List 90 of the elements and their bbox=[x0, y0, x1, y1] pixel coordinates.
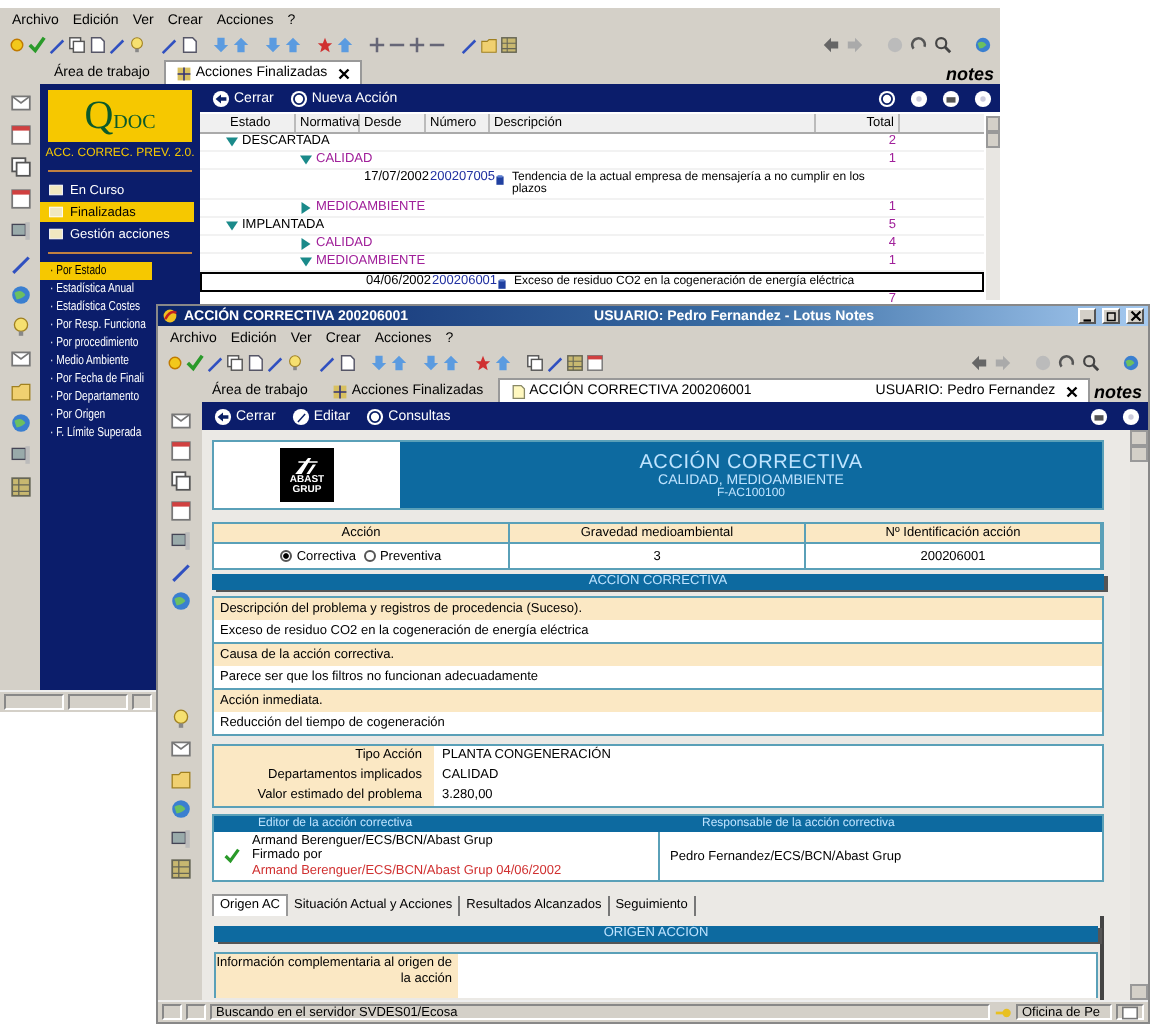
search-icon[interactable] bbox=[1082, 353, 1100, 371]
minimize-button[interactable] bbox=[1078, 308, 1096, 324]
search-icon[interactable] bbox=[934, 35, 952, 53]
expanded-icon[interactable] bbox=[300, 154, 312, 166]
mail-icon[interactable] bbox=[169, 738, 191, 760]
grid-icon[interactable] bbox=[566, 353, 584, 371]
expanded-icon[interactable] bbox=[300, 255, 312, 267]
collapsed-icon[interactable] bbox=[300, 237, 312, 249]
grid-icon[interactable] bbox=[169, 858, 191, 880]
copy-icon[interactable] bbox=[226, 353, 244, 371]
pen-icon[interactable] bbox=[48, 35, 66, 53]
close-icon bbox=[1129, 310, 1141, 322]
computer-icon[interactable] bbox=[9, 220, 31, 242]
grid-icon[interactable] bbox=[500, 35, 518, 53]
pen-icon[interactable] bbox=[160, 35, 178, 53]
grid-icon bbox=[331, 383, 348, 399]
status-panel bbox=[4, 694, 64, 710]
restore-button[interactable] bbox=[1102, 308, 1120, 324]
mail-icon[interactable] bbox=[169, 410, 191, 432]
star-icon[interactable] bbox=[474, 353, 492, 371]
pen-icon[interactable] bbox=[460, 35, 478, 53]
pen-icon[interactable] bbox=[266, 353, 284, 371]
close-icon[interactable] bbox=[337, 67, 350, 79]
expanded-icon[interactable] bbox=[226, 219, 238, 231]
collapsed-icon[interactable] bbox=[300, 201, 312, 213]
mail-icon[interactable] bbox=[9, 348, 31, 370]
calendar-icon[interactable] bbox=[9, 188, 31, 210]
calendar-icon[interactable] bbox=[9, 124, 31, 146]
document-icon[interactable] bbox=[338, 353, 356, 371]
copy-icon[interactable] bbox=[526, 353, 544, 371]
round-icon[interactable] bbox=[910, 89, 928, 107]
status-panel bbox=[68, 694, 128, 710]
app-logo: QDOC bbox=[48, 90, 192, 142]
document-icon bbox=[496, 277, 508, 289]
brand-name: notes bbox=[945, 64, 996, 84]
printer-icon[interactable] bbox=[942, 89, 960, 107]
bulb-icon[interactable] bbox=[169, 708, 191, 730]
close-button[interactable] bbox=[1126, 308, 1144, 324]
pen-icon[interactable] bbox=[318, 353, 336, 371]
computer-icon[interactable] bbox=[169, 828, 191, 850]
copy-icon[interactable] bbox=[169, 470, 191, 492]
scrollbar[interactable] bbox=[1130, 430, 1148, 1000]
bulb-icon[interactable] bbox=[128, 35, 146, 53]
pen-icon[interactable] bbox=[546, 353, 564, 371]
bulb-icon[interactable] bbox=[9, 316, 31, 338]
grid-icon bbox=[175, 65, 192, 81]
copy-icon[interactable] bbox=[9, 156, 31, 178]
refresh-icon[interactable] bbox=[910, 35, 928, 53]
mail-icon[interactable] bbox=[9, 92, 31, 114]
status-panel bbox=[132, 694, 152, 710]
brand-name: notes bbox=[1093, 382, 1144, 402]
refresh-icon[interactable] bbox=[1058, 353, 1076, 371]
inbox-icon[interactable] bbox=[1116, 1004, 1144, 1020]
plus-icon[interactable] bbox=[408, 35, 426, 53]
document-icon[interactable] bbox=[246, 353, 264, 371]
sun-icon[interactable] bbox=[8, 35, 26, 53]
close-icon[interactable] bbox=[1065, 385, 1078, 397]
back-icon bbox=[214, 407, 232, 425]
printer-icon[interactable] bbox=[1090, 407, 1108, 425]
calendar-icon[interactable] bbox=[169, 500, 191, 522]
back-icon[interactable] bbox=[970, 353, 988, 371]
sun-icon[interactable] bbox=[166, 353, 184, 371]
check-icon[interactable] bbox=[28, 35, 46, 53]
grid-icon[interactable] bbox=[9, 476, 31, 498]
back-icon[interactable] bbox=[822, 35, 840, 53]
pen-icon bbox=[291, 407, 310, 425]
pen-icon[interactable] bbox=[9, 252, 31, 274]
round-icon[interactable] bbox=[974, 89, 992, 107]
form-title: ACCIÓN CORRECTIVA bbox=[639, 451, 863, 473]
document-icon bbox=[494, 173, 506, 185]
calendar-icon[interactable] bbox=[586, 353, 604, 371]
copy-icon[interactable] bbox=[68, 35, 86, 53]
star-icon[interactable] bbox=[316, 35, 334, 53]
document-icon[interactable] bbox=[88, 35, 106, 53]
pen-icon[interactable] bbox=[108, 35, 126, 53]
scrollbar[interactable] bbox=[986, 116, 1000, 300]
computer-icon[interactable] bbox=[9, 444, 31, 466]
round-icon[interactable] bbox=[1122, 407, 1140, 425]
calendar-icon[interactable] bbox=[169, 440, 191, 462]
computer-icon[interactable] bbox=[169, 530, 191, 552]
plus-icon[interactable] bbox=[368, 35, 386, 53]
check-icon[interactable] bbox=[186, 353, 204, 371]
pen-icon[interactable] bbox=[206, 353, 224, 371]
bulb-icon[interactable] bbox=[286, 353, 304, 371]
back-icon bbox=[212, 89, 230, 107]
document-icon[interactable] bbox=[180, 35, 198, 53]
pen-icon[interactable] bbox=[169, 560, 191, 582]
restore-icon bbox=[1105, 310, 1117, 322]
app-icon bbox=[162, 308, 178, 324]
key-icon bbox=[994, 1003, 1012, 1021]
